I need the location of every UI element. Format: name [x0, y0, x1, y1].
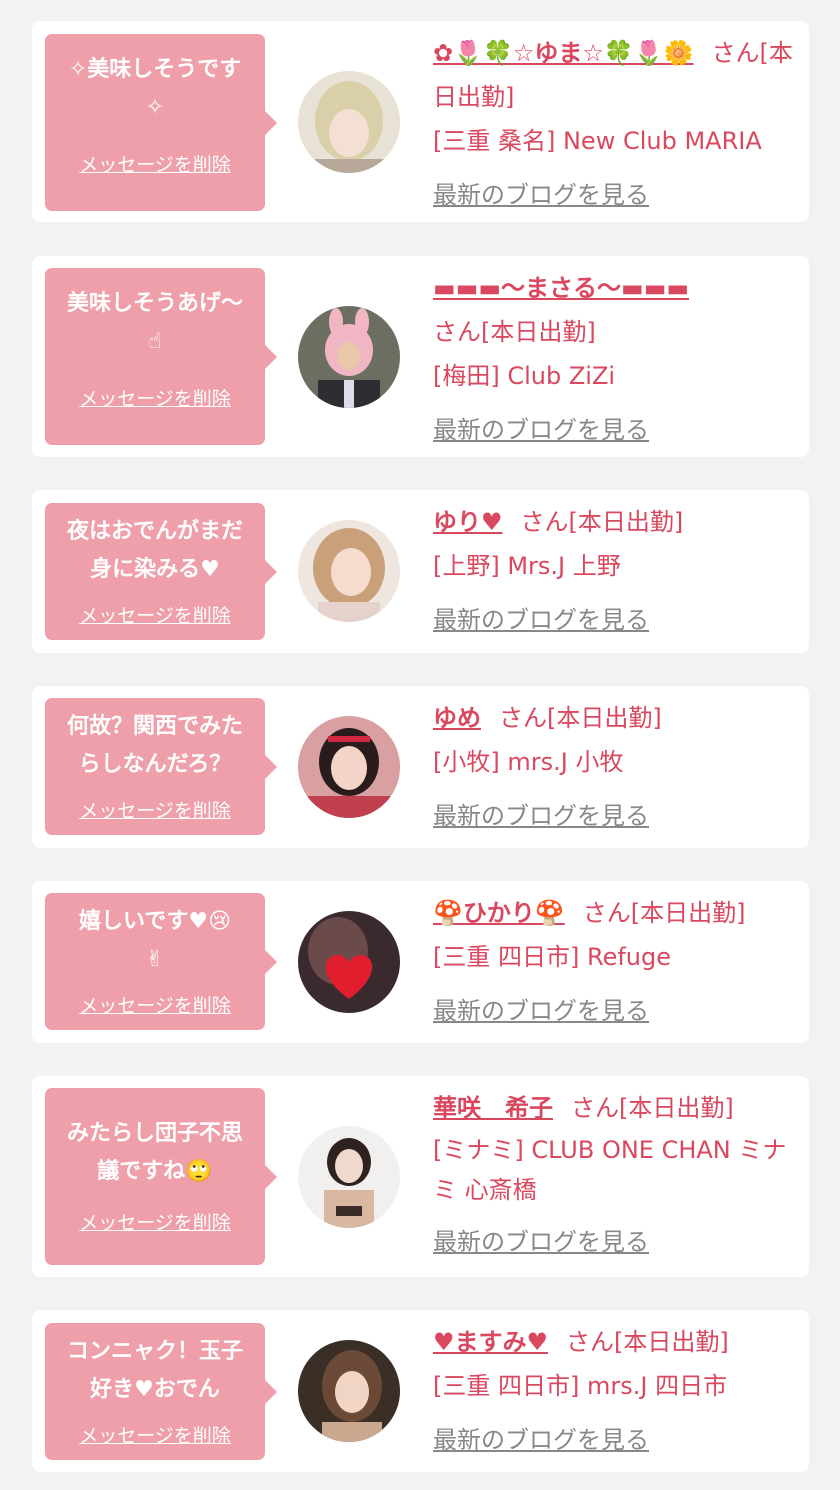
- cast-name-link[interactable]: ゆめ: [433, 704, 481, 732]
- message-bubble: 嬉しいです♥😢 ✌ メッセージを削除: [45, 893, 277, 1030]
- cast-info: ゆめ さん[本日出勤] [小牧] mrs.J 小牧 最新のブログを見る: [433, 696, 798, 838]
- shop-label: [ミナミ] CLUB ONE CHAN ミナミ 心斎橋: [433, 1136, 787, 1204]
- cast-info: ゆり♥ さん[本日出勤] [上野] Mrs.J 上野 最新のブログを見る: [433, 500, 798, 642]
- avatar[interactable]: [298, 1126, 400, 1228]
- shop-label: [三重 桑名] New Club MARIA: [433, 127, 762, 155]
- shop-label: [三重 四日市] mrs.J 四日市: [433, 1372, 728, 1400]
- cast-name-link[interactable]: ♥ますみ♥: [433, 1328, 548, 1356]
- message-card: 何故？関西でみた らしなんだろ？ メッセージを削除 ゆめ さん[本日出勤] [小牧…: [32, 686, 809, 848]
- cast-info: ✿🌷🍀☆ゆま☆🍀🌷🌼 さん[本日出勤] [三重 桑名] New Club MARI…: [433, 31, 798, 217]
- cast-info: 華咲 希子 さん[本日出勤] [ミナミ] CLUB ONE CHAN ミナミ 心斎…: [433, 1086, 798, 1264]
- cast-info: ♥ますみ♥ さん[本日出勤] [三重 四日市] mrs.J 四日市 最新のブログを…: [433, 1320, 798, 1462]
- attendance-status: さん[本日出勤]: [571, 1094, 734, 1122]
- delete-message-link[interactable]: メッセージを削除: [45, 1208, 265, 1235]
- delete-message-link[interactable]: メッセージを削除: [45, 1421, 265, 1448]
- message-bubble: 夜はおでんがまだ 身に染みる♥ メッセージを削除: [45, 503, 277, 640]
- attendance-status: さん[本日出勤]: [499, 704, 662, 732]
- shop-label: [梅田] Club ZiZi: [433, 362, 616, 390]
- latest-blog-link[interactable]: 最新のブログを見る: [433, 606, 649, 634]
- avatar[interactable]: [298, 911, 400, 1013]
- avatar[interactable]: [298, 520, 400, 622]
- delete-message-link[interactable]: メッセージを削除: [45, 384, 265, 411]
- message-card: 嬉しいです♥😢 ✌ メッセージを削除 🍄ひかり🍄 さん[本日出勤] [三重 四日市…: [32, 881, 809, 1043]
- delete-message-link[interactable]: メッセージを削除: [45, 150, 265, 177]
- cast-name-link[interactable]: ゆり♥: [433, 508, 503, 536]
- message-card: コンニャク！玉子 好き♥おでん メッセージを削除 ♥ますみ♥ さん[本日出勤] […: [32, 1310, 809, 1472]
- shop-label: [三重 四日市] Refuge: [433, 943, 672, 971]
- attendance-status: さん[本日出勤]: [520, 508, 684, 536]
- cast-name-link[interactable]: ▬▬▬〜まさる〜▬▬▬: [433, 274, 689, 302]
- latest-blog-link[interactable]: 最新のブログを見る: [433, 997, 649, 1025]
- shop-label: [小牧] mrs.J 小牧: [433, 748, 624, 776]
- message-bubble: 美味しそうあげ〜 ☝ メッセージを削除: [45, 268, 277, 445]
- message-card: 美味しそうあげ〜 ☝ メッセージを削除 ▬▬▬〜まさる〜▬▬▬ さん[本日出勤]…: [32, 256, 809, 457]
- cast-name-link[interactable]: 華咲 希子: [433, 1094, 553, 1122]
- cast-info: ▬▬▬〜まさる〜▬▬▬ さん[本日出勤] [梅田] Club ZiZi 最新のブ…: [433, 266, 798, 452]
- avatar[interactable]: [298, 716, 400, 818]
- message-bubble: 何故？関西でみた らしなんだろ？ メッセージを削除: [45, 698, 277, 835]
- latest-blog-link[interactable]: 最新のブログを見る: [433, 1228, 649, 1256]
- attendance-status: さん[本日出勤]: [582, 899, 746, 927]
- attendance-status: さん[本日出勤]: [433, 318, 596, 346]
- message-bubble: みたらし団子不思 議ですね🙄 メッセージを削除: [45, 1088, 277, 1265]
- delete-message-link[interactable]: メッセージを削除: [45, 991, 265, 1018]
- message-card: ✧美味しそうです ✧ メッセージを削除 ✿🌷🍀☆ゆま☆🍀🌷🌼 さん[本日出勤] […: [32, 21, 809, 222]
- latest-blog-link[interactable]: 最新のブログを見る: [433, 181, 649, 209]
- latest-blog-link[interactable]: 最新のブログを見る: [433, 416, 649, 444]
- message-text: ✧美味しそうです ✧: [68, 57, 242, 120]
- avatar[interactable]: [298, 1340, 400, 1442]
- message-text: 美味しそうあげ〜 ☝: [66, 291, 243, 354]
- message-text: 嬉しいです♥😢 ✌: [79, 909, 231, 972]
- attendance-status: さん[本日出勤]: [566, 1328, 729, 1356]
- shop-label: [上野] Mrs.J 上野: [433, 552, 621, 580]
- avatar[interactable]: [298, 306, 400, 408]
- message-card: 夜はおでんがまだ 身に染みる♥ メッセージを削除 ゆり♥ さん[本日出勤] [上野…: [32, 490, 809, 653]
- message-card: みたらし団子不思 議ですね🙄 メッセージを削除 華咲 希子 さん[本日出勤] [ミ…: [32, 1076, 809, 1277]
- delete-message-link[interactable]: メッセージを削除: [45, 601, 265, 628]
- latest-blog-link[interactable]: 最新のブログを見る: [433, 802, 649, 830]
- message-text: 夜はおでんがまだ 身に染みる♥: [66, 519, 243, 582]
- delete-message-link[interactable]: メッセージを削除: [45, 796, 265, 823]
- cast-info: 🍄ひかり🍄 さん[本日出勤] [三重 四日市] Refuge 最新のブログを見る: [433, 891, 798, 1033]
- message-bubble: ✧美味しそうです ✧ メッセージを削除: [45, 34, 277, 211]
- message-text: 何故？関西でみた らしなんだろ？: [66, 714, 243, 777]
- message-bubble: コンニャク！玉子 好き♥おでん メッセージを削除: [45, 1323, 277, 1460]
- avatar[interactable]: [298, 71, 400, 173]
- message-text: みたらし団子不思 議ですね🙄: [66, 1121, 243, 1184]
- cast-name-link[interactable]: 🍄ひかり🍄: [433, 899, 565, 927]
- latest-blog-link[interactable]: 最新のブログを見る: [433, 1426, 649, 1454]
- cast-name-link[interactable]: ✿🌷🍀☆ゆま☆🍀🌷🌼: [433, 39, 694, 67]
- message-text: コンニャク！玉子 好き♥おでん: [66, 1339, 243, 1402]
